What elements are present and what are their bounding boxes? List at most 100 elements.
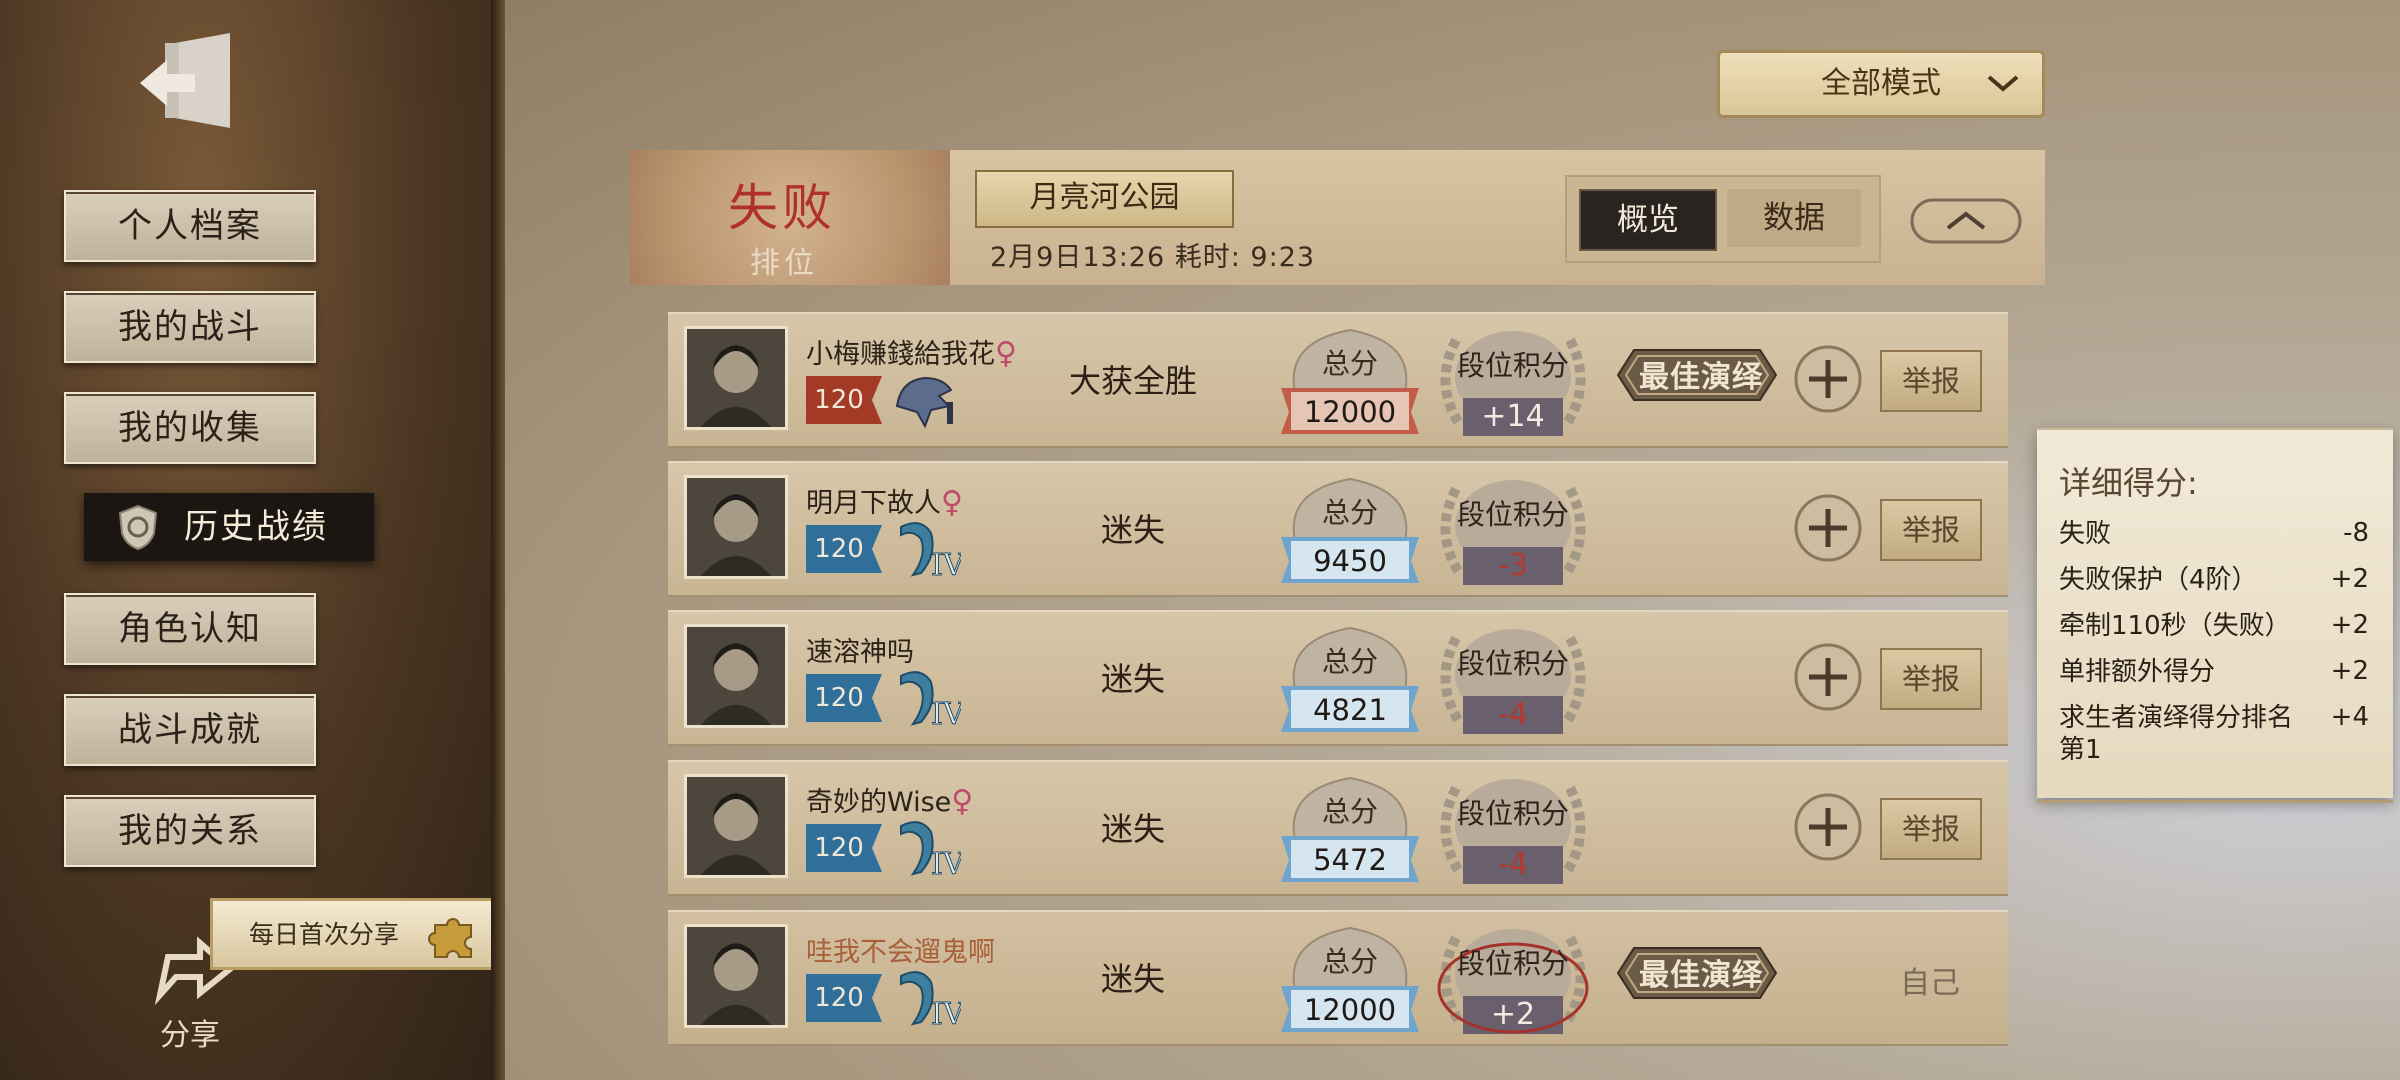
self-label: 自己 (1900, 966, 1960, 1001)
mvp-label: 最佳演绎 (1639, 958, 1763, 993)
match-result: 失败 (728, 179, 836, 237)
svg-text:IV: IV (931, 548, 961, 581)
player-outcome: 迷失 (1048, 954, 1218, 1004)
sidebar-item-collection[interactable]: 我的收集 (64, 392, 316, 464)
sidebar: 个人档案 我的战斗 我的收集 历史战绩 角色认知 战斗成就 我的关系 每日首次分… (0, 0, 505, 1080)
chevron-down-icon (1987, 75, 2019, 92)
rank-points-label: 段位积分 (1456, 797, 1569, 830)
sidebar-item-label: 历史战绩 (184, 507, 328, 547)
avatar[interactable] (684, 774, 788, 878)
report-button[interactable]: 举报 (1880, 648, 1982, 710)
share-label[interactable]: 分享 (160, 1010, 220, 1054)
avatar[interactable] (684, 624, 788, 728)
tab-overview[interactable]: 概览 (1579, 189, 1717, 251)
add-friend-button[interactable] (1793, 792, 1863, 862)
collapse-button[interactable] (1910, 198, 2022, 244)
hunter-tier-icon (895, 376, 953, 429)
tooltip-row: 失败 -8 (2059, 518, 2379, 550)
tab-data[interactable]: 数据 (1727, 189, 1861, 247)
player-row: 明月下故人♀ 120 IV 迷失 总分 9450 段位积分 -3 举报 (668, 461, 2008, 597)
rank-points-value: +14 (1481, 399, 1545, 434)
mode-dropdown-value: 全部模式 (1821, 66, 1941, 101)
svg-text:IV: IV (931, 697, 961, 730)
avatar[interactable] (684, 475, 788, 579)
tooltip-row-value: +2 (2330, 564, 2369, 594)
rank-points: 段位积分 -4 (1428, 620, 1598, 736)
character-portrait (687, 329, 785, 427)
player-outcome: 迷失 (1048, 505, 1218, 555)
avatar[interactable] (684, 924, 788, 1028)
history-panel: 全部模式 失败 排位 月亮河公园 2月9日13:26 耗时: 9:23 概览 数… (505, 0, 2400, 1080)
tooltip-row-value: +2 (2330, 610, 2369, 640)
total-score-label: 总分 (1321, 645, 1378, 678)
tooltip-row: 求生者演绎得分排名第1 +4 (2059, 702, 2379, 766)
tooltip-row-label: 牵制110秒（失败） (2059, 611, 2291, 641)
add-friend-button[interactable] (1793, 493, 1863, 563)
svg-text:IV: IV (931, 997, 961, 1030)
match-time: 2月9日13:26 耗时: 9:23 (990, 242, 1316, 273)
tooltip-row-label: 失败 (2059, 519, 2112, 549)
character-portrait (687, 478, 785, 576)
rank-points-value: -4 (1498, 697, 1528, 732)
tooltip-row-value: +4 (2330, 702, 2369, 732)
tooltip-row-value: +2 (2330, 656, 2369, 686)
tooltip-row-value: -8 (2343, 518, 2369, 548)
sidebar-item-profile[interactable]: 个人档案 (64, 190, 316, 262)
score-detail-tooltip: 详细得分: 失败 -8 失败保护（4阶） +2 牵制110秒（失败） +2 单排额外得… (2037, 428, 2393, 803)
rank-points-value: +2 (1490, 997, 1536, 1032)
total-score: 总分 12000 (1275, 920, 1425, 1036)
total-score-value: 12000 (1303, 993, 1397, 1027)
level-value: 120 (814, 385, 864, 415)
rank-points: 段位积分 -4 (1428, 770, 1598, 886)
rank-points-label: 段位积分 (1456, 947, 1569, 980)
total-score-label: 总分 (1321, 795, 1378, 828)
sidebar-item-battles[interactable]: 我的战斗 (64, 291, 316, 363)
chevron-up-icon (1946, 211, 1986, 230)
match-header: 失败 排位 月亮河公园 2月9日13:26 耗时: 9:23 概览 数据 (630, 150, 2045, 285)
report-button[interactable]: 举报 (1880, 499, 1982, 561)
rank-points-label: 段位积分 (1456, 349, 1569, 382)
sidebar-item-achievements[interactable]: 战斗成就 (64, 694, 316, 766)
character-portrait (687, 627, 785, 725)
shield-icon (118, 504, 158, 551)
character-portrait (687, 777, 785, 875)
level-value: 120 (814, 983, 864, 1013)
gender-icon: ♀ (995, 336, 1017, 371)
total-score-value: 4821 (1313, 693, 1387, 727)
total-score-label: 总分 (1321, 496, 1378, 529)
player-row: 速溶神吗 120 IV 迷失 总分 4821 段位积分 -4 举报 (668, 610, 2008, 746)
survivor-tier-icon: IV (900, 821, 961, 880)
character-portrait (687, 927, 785, 1025)
level-value: 120 (814, 833, 864, 863)
sidebar-item-role[interactable]: 角色认知 (64, 593, 316, 665)
tooltip-row-label: 失败保护（4阶） (2059, 565, 2258, 595)
report-button[interactable]: 举报 (1880, 350, 1982, 412)
rank-points: 段位积分 +14 (1428, 322, 1598, 438)
report-button[interactable]: 举报 (1880, 798, 1982, 860)
daily-share-text: 每日首次分享 (249, 920, 400, 949)
mode-dropdown[interactable]: 全部模式 (1717, 50, 2045, 118)
add-friend-button[interactable] (1793, 344, 1863, 414)
rank-points-value: -3 (1498, 548, 1528, 583)
result-badge: 失败 排位 (630, 150, 950, 285)
sidebar-item-history[interactable]: 历史战绩 (84, 493, 374, 561)
rank-points-label: 段位积分 (1456, 498, 1569, 531)
total-score-value: 5472 (1313, 843, 1387, 877)
tooltip-row: 失败保护（4阶） +2 (2059, 564, 2379, 596)
daily-share-banner[interactable]: 每日首次分享 (210, 898, 500, 970)
player-outcome: 迷失 (1048, 804, 1218, 854)
sidebar-item-relations[interactable]: 我的关系 (64, 795, 316, 867)
player-row: 哇我不会遛鬼啊 120 IV 迷失 总分 12000 段位积分 +2 最佳演绎 … (668, 910, 2008, 1046)
add-friend-button[interactable] (1793, 642, 1863, 712)
view-tabs: 概览 数据 (1565, 175, 1881, 263)
exit-icon[interactable] (135, 28, 245, 138)
avatar[interactable] (684, 326, 788, 430)
total-score-value: 9450 (1313, 544, 1387, 578)
svg-text:IV: IV (931, 847, 961, 880)
tooltip-row: 牵制110秒（失败） +2 (2059, 610, 2379, 642)
total-score-value: 12000 (1303, 395, 1397, 429)
tooltip-row: 单排额外得分 +2 (2059, 656, 2379, 688)
total-score: 总分 9450 (1275, 471, 1425, 587)
tooltip-row-label: 求生者演绎得分排名第1 (2059, 703, 2294, 765)
player-row: 小梅赚錢給我花♀ 120 大获全胜 总分 12000 段位积分 +14 最佳演绎… (668, 312, 2008, 448)
